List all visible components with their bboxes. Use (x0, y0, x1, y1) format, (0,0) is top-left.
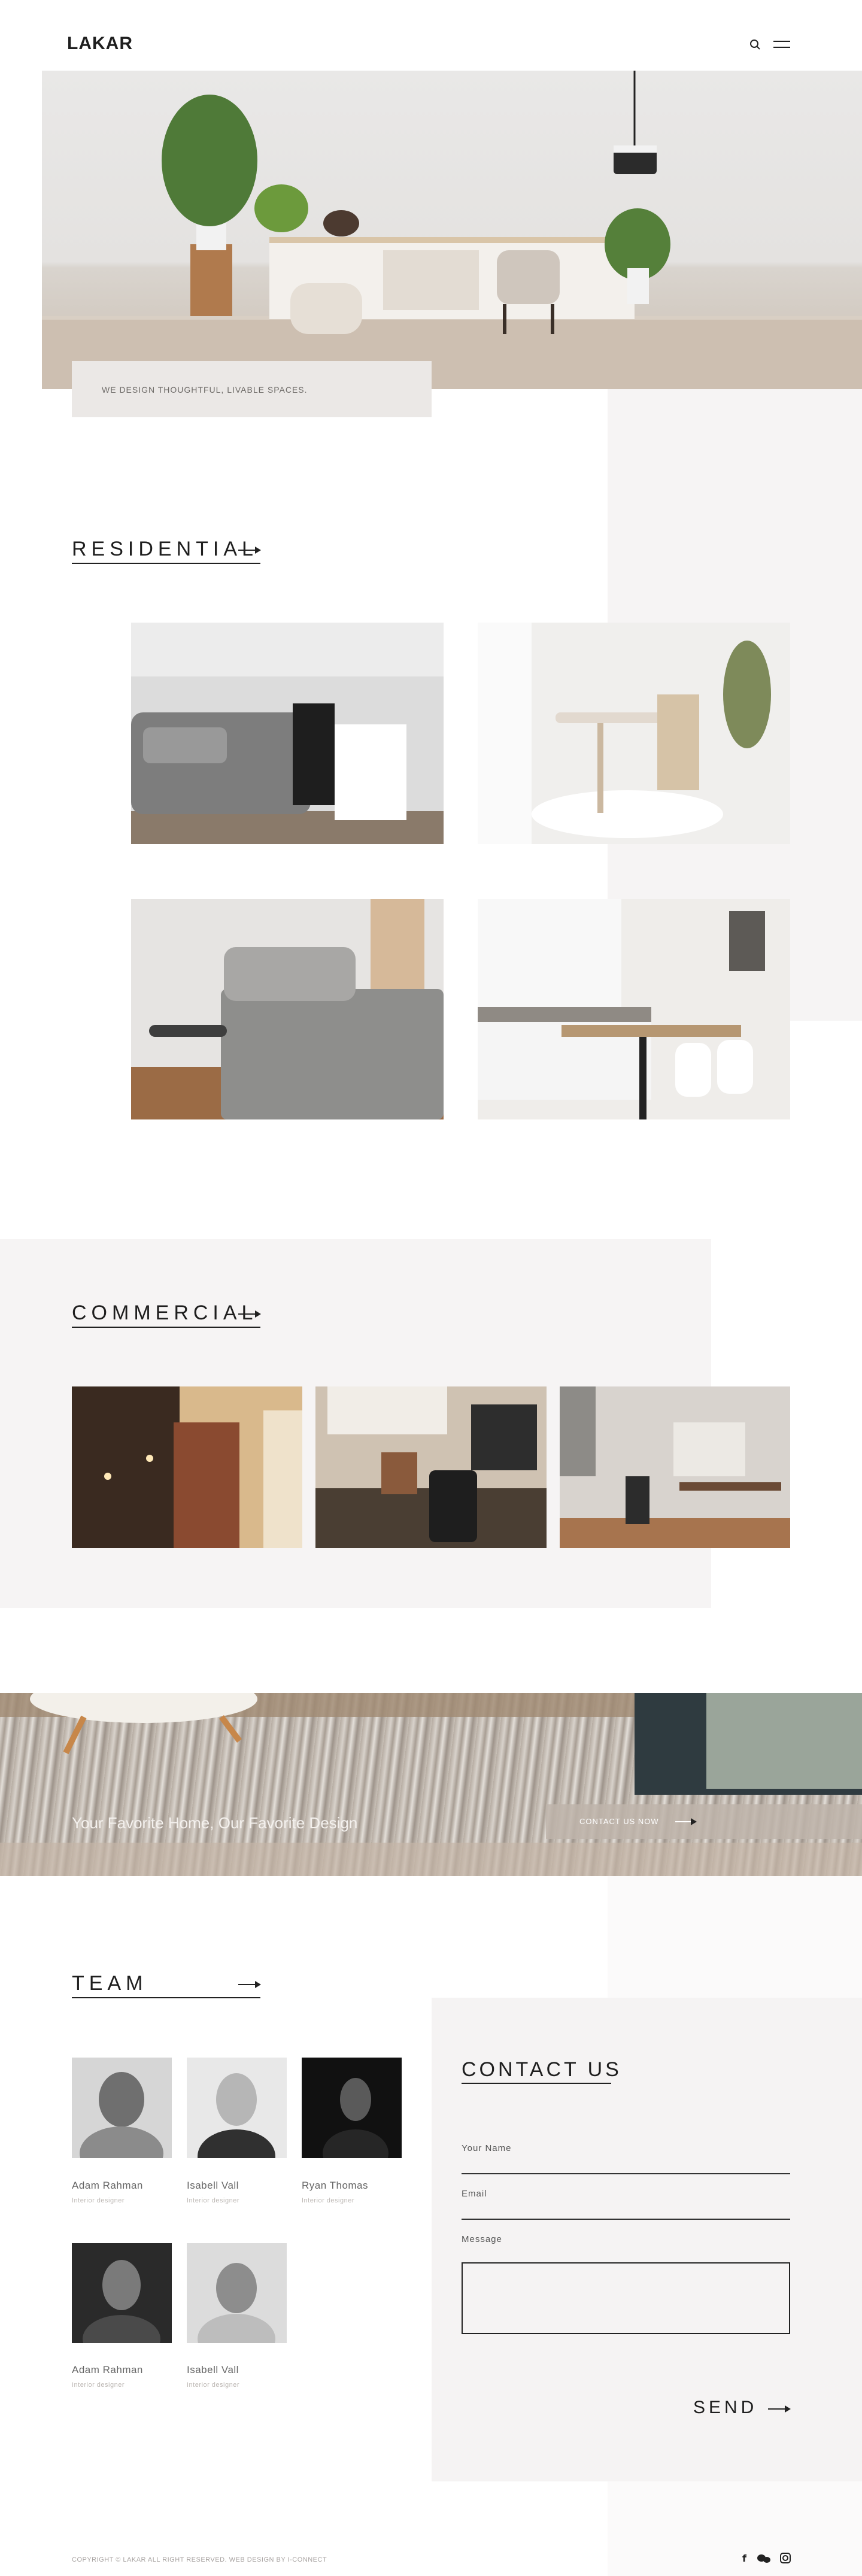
email-field[interactable] (462, 2201, 790, 2219)
message-field-label: Message (462, 2234, 502, 2244)
team-member-role: Interior designer (72, 2381, 125, 2389)
name-field-label: Your Name (462, 2143, 512, 2153)
hero-image (42, 71, 862, 389)
name-field[interactable] (462, 2155, 790, 2173)
email-field-label: Email (462, 2189, 487, 2199)
team-member-role: Interior designer (302, 2197, 354, 2204)
team-member-name: Isabell Vall (187, 2180, 239, 2191)
team-title[interactable]: TEAM (72, 1972, 147, 1995)
arrow-right-icon (675, 1818, 697, 1825)
team-member-name: Adam Rahman (72, 2364, 143, 2375)
facebook-icon[interactable] (741, 2551, 751, 2565)
team-member-photo[interactable] (187, 2058, 287, 2158)
living-room-photo[interactable] (131, 623, 444, 844)
contact-us-now-button[interactable]: CONTACT US NOW (546, 1804, 862, 1839)
menu-icon[interactable] (772, 37, 791, 53)
instagram-icon[interactable] (779, 2551, 793, 2565)
kitchen-dining-photo[interactable] (478, 899, 790, 1119)
team-member-photo[interactable] (72, 2058, 172, 2158)
team-underline (72, 1997, 260, 1998)
bedroom-photo[interactable] (131, 899, 444, 1119)
send-button[interactable]: SEND (693, 2398, 757, 2418)
hero-caption: WE DESIGN THOUGHTFUL, LIVABLE SPACES. (72, 361, 432, 417)
team-member-photo[interactable] (302, 2058, 402, 2158)
email-field-underline (462, 2219, 790, 2220)
team-member-name: Adam Rahman (72, 2180, 143, 2191)
team-member-photo[interactable] (187, 2243, 287, 2343)
contact-us-now-label: CONTACT US NOW (579, 1817, 659, 1826)
team-arrow-icon[interactable] (238, 1981, 261, 1988)
dining-nook-photo[interactable] (478, 623, 790, 844)
footer-copyright: COPYRIGHT © LAKAR ALL RIGHT RESERVED. WE… (72, 2556, 327, 2563)
contact-title: CONTACT US (462, 2058, 622, 2081)
send-arrow-icon[interactable] (768, 2405, 791, 2413)
wechat-icon[interactable] (755, 2551, 771, 2565)
commercial-underline (72, 1327, 260, 1328)
commercial-arrow-icon[interactable] (238, 1310, 261, 1318)
logo[interactable]: LAKAR (67, 34, 133, 54)
brick-hallway-photo[interactable] (72, 1386, 302, 1548)
team-member-name: Ryan Thomas (302, 2180, 369, 2191)
team-member-role: Interior designer (187, 2197, 239, 2204)
residential-underline (72, 563, 260, 564)
name-field-underline (462, 2173, 790, 2174)
send-label: SEND (693, 2398, 758, 2417)
contact-underline (462, 2083, 611, 2084)
residential-title[interactable]: RESIDENTIAL (72, 538, 258, 561)
office-workspace-photo[interactable] (315, 1386, 547, 1548)
team-member-role: Interior designer (187, 2381, 239, 2389)
team-member-photo[interactable] (72, 2243, 172, 2343)
commercial-title[interactable]: COMMERCIAL (72, 1301, 257, 1325)
message-field[interactable] (462, 2262, 790, 2334)
banner-tagline: Your Favorite Home, Our Favorite Design (72, 1814, 358, 1832)
residential-arrow-icon[interactable] (238, 547, 261, 554)
rug-banner-image (0, 1693, 862, 1876)
meeting-room-photo[interactable] (560, 1386, 790, 1548)
team-member-name: Isabell Vall (187, 2364, 239, 2375)
team-member-role: Interior designer (72, 2197, 125, 2204)
